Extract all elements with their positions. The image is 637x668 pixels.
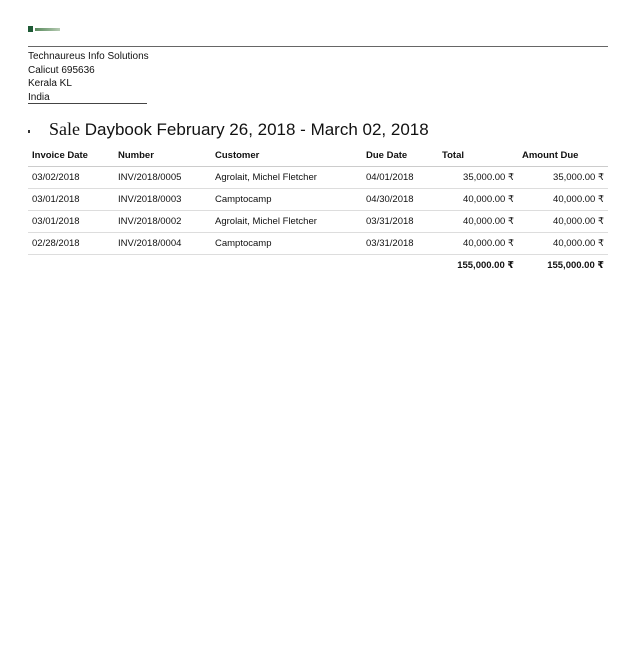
totals-blank-cell [362, 255, 438, 277]
company-address: Technaureus Info Solutions Calicut 69563… [28, 50, 149, 104]
totals-blank-cell [28, 255, 114, 277]
cell-due-date: 03/31/2018 [362, 232, 438, 255]
cell-number: INV/2018/0003 [114, 188, 211, 211]
title-bullet [28, 130, 30, 133]
address-divider [28, 103, 147, 104]
address-line-1: Calicut 695636 [28, 64, 95, 76]
cell-number: INV/2018/0005 [114, 166, 211, 189]
cell-total: 40,000.00 ₹ [438, 210, 518, 233]
cell-amount-due: 40,000.00 ₹ [518, 188, 608, 211]
grand-total: 155,000.00 ₹ [457, 260, 514, 271]
cell-due-date: 04/01/2018 [362, 166, 438, 189]
logo-wordmark [35, 27, 60, 31]
col-header-total: Total [438, 145, 518, 167]
cell-customer: Camptocamp [211, 232, 362, 255]
cell-total: 40,000.00 ₹ [438, 188, 518, 211]
table-header-row: Invoice Date Number Customer Due Date To… [28, 145, 608, 167]
grand-amount-due: 155,000.00 ₹ [547, 260, 604, 271]
col-header-amount-due: Amount Due [518, 145, 608, 167]
daybook-table: Invoice Date Number Customer Due Date To… [28, 145, 608, 276]
cell-amount-due: 35,000.00 ₹ [518, 166, 608, 189]
cell-amount-due: 40,000.00 ₹ [518, 232, 608, 255]
col-header-number: Number [114, 145, 211, 167]
col-header-due-date: Due Date [362, 145, 438, 167]
header-divider [28, 46, 608, 47]
cell-customer: Agrolait, Michel Fletcher [211, 166, 362, 189]
totals-row: 155,000.00 ₹ 155,000.00 ₹ [28, 255, 608, 277]
cell-total: 40,000.00 ₹ [438, 232, 518, 255]
address-country: India [28, 91, 50, 103]
cell-total: 35,000.00 ₹ [438, 166, 518, 189]
report-title: Sale Daybook February 26, 2018 - March 0… [49, 119, 429, 140]
col-header-invoice-date: Invoice Date [28, 145, 114, 167]
address-line-2: Kerala KL [28, 78, 72, 89]
cell-customer: Agrolait, Michel Fletcher [211, 210, 362, 233]
table-row: 03/02/2018 INV/2018/0005 Agrolait, Miche… [28, 166, 608, 189]
cell-number: INV/2018/0004 [114, 232, 211, 255]
cell-amount-due: 40,000.00 ₹ [518, 210, 608, 233]
cell-invoice-date: 02/28/2018 [28, 232, 114, 255]
totals-blank-cell [114, 255, 211, 277]
report-title-rest: Daybook February 26, 2018 - March 02, 20… [80, 120, 429, 139]
logo-mark-icon [28, 26, 33, 32]
cell-invoice-date: 03/02/2018 [28, 166, 114, 189]
table-row: 03/01/2018 INV/2018/0003 Camptocamp 04/3… [28, 188, 608, 211]
totals-blank-cell [211, 255, 362, 277]
cell-invoice-date: 03/01/2018 [28, 210, 114, 233]
company-logo [28, 26, 60, 32]
cell-due-date: 03/31/2018 [362, 210, 438, 233]
company-name: Technaureus Info Solutions [28, 51, 149, 62]
cell-number: INV/2018/0002 [114, 210, 211, 233]
report-title-prefix: Sale [49, 119, 80, 139]
cell-invoice-date: 03/01/2018 [28, 188, 114, 211]
col-header-customer: Customer [211, 145, 362, 167]
cell-customer: Camptocamp [211, 188, 362, 211]
table-row: 03/01/2018 INV/2018/0002 Agrolait, Miche… [28, 210, 608, 233]
table-row: 02/28/2018 INV/2018/0004 Camptocamp 03/3… [28, 232, 608, 255]
cell-due-date: 04/30/2018 [362, 188, 438, 211]
